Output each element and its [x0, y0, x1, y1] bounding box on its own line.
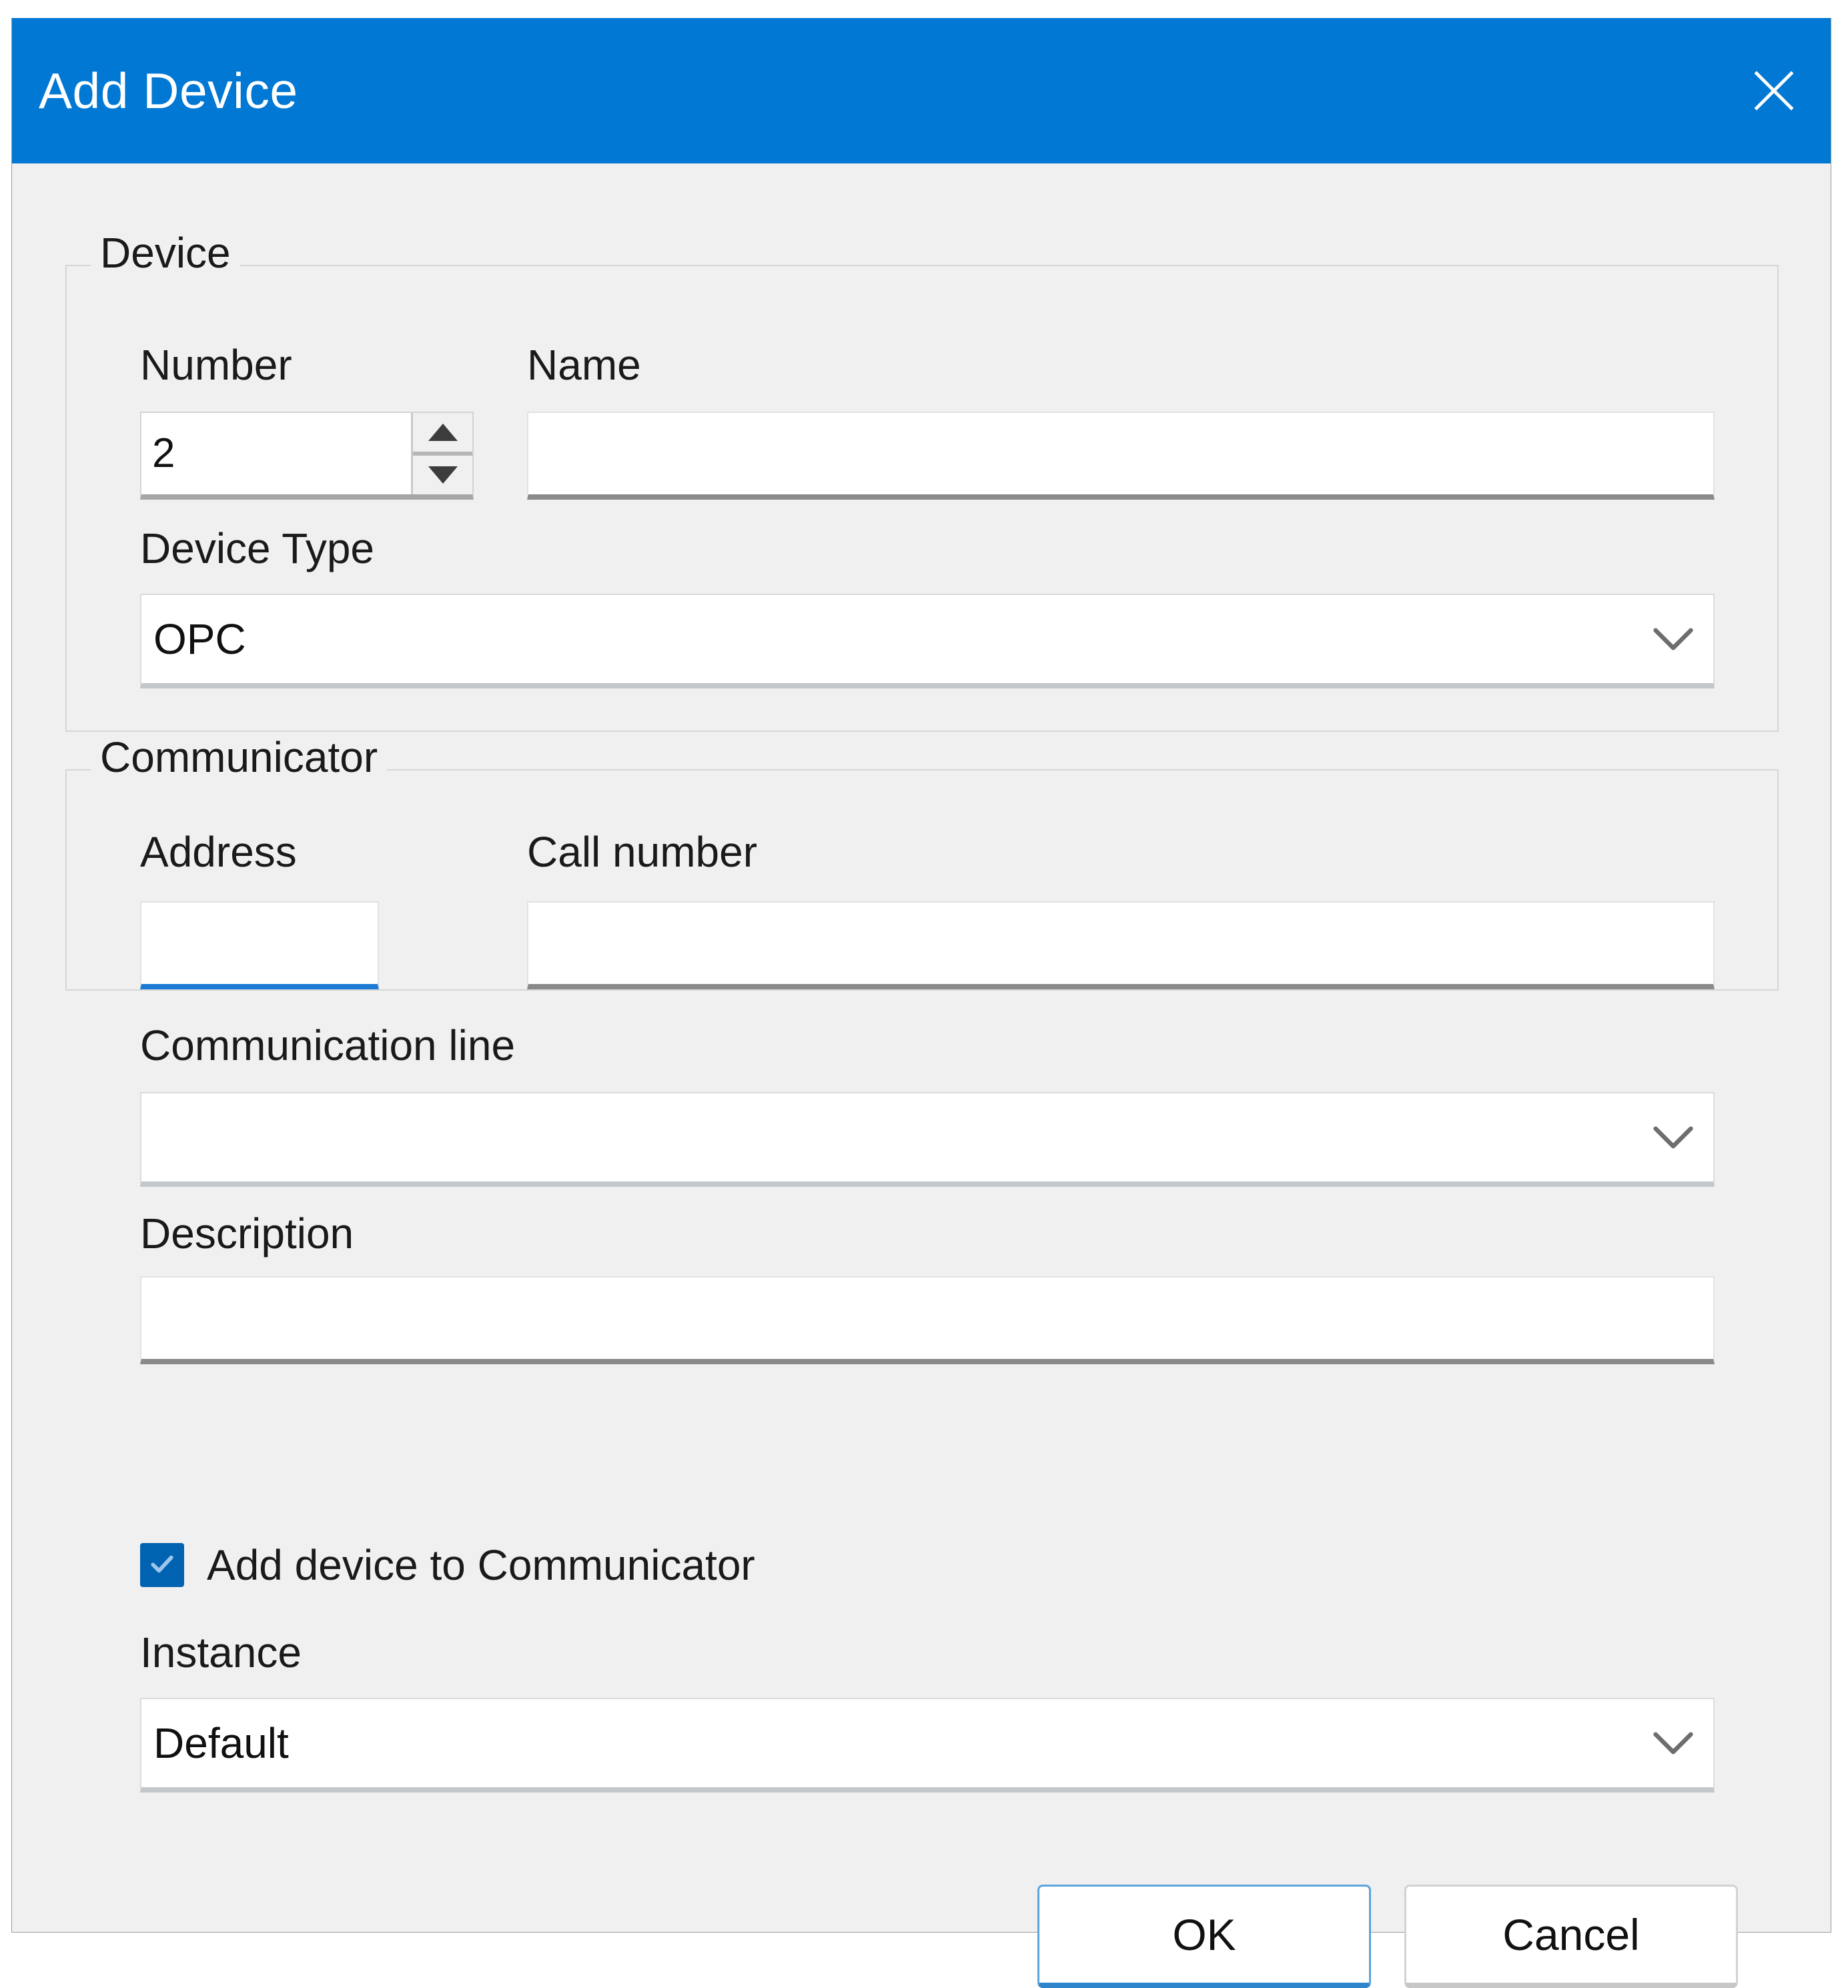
- dialog-title: Add Device: [12, 66, 298, 116]
- chevron-down-icon: [1633, 626, 1713, 652]
- name-input[interactable]: [527, 412, 1715, 500]
- close-button[interactable]: [1717, 18, 1831, 163]
- chevron-up-icon: [428, 424, 458, 441]
- chevron-down-icon: [428, 466, 458, 484]
- chevron-down-icon: [1633, 1124, 1713, 1151]
- add-device-to-communicator-checkbox[interactable]: Add device to Communicator: [140, 1543, 755, 1587]
- number-increment-button[interactable]: [413, 413, 472, 456]
- communicator-group-box: Communicator: [65, 769, 1779, 991]
- communication-line-label: Communication line: [140, 1024, 515, 1067]
- chevron-down-icon: [1633, 1730, 1713, 1757]
- communication-line-select[interactable]: [140, 1092, 1715, 1187]
- dialog-title-bar: Add Device: [12, 18, 1831, 163]
- description-input[interactable]: [140, 1276, 1715, 1364]
- device-type-label: Device Type: [140, 527, 374, 570]
- instance-label: Instance: [140, 1631, 302, 1674]
- number-stepper-buttons: [411, 413, 472, 494]
- device-type-select[interactable]: OPC: [140, 594, 1715, 688]
- checkbox-box: [140, 1543, 184, 1587]
- instance-value: Default: [153, 1722, 289, 1765]
- add-device-dialog: Add Device Device Number 2: [11, 18, 1831, 1933]
- number-input[interactable]: 2: [141, 413, 411, 494]
- device-type-value: OPC: [153, 618, 246, 660]
- checkmark-icon: [147, 1549, 177, 1582]
- close-x-icon: [1749, 66, 1799, 115]
- cancel-button[interactable]: Cancel: [1404, 1885, 1738, 1988]
- number-decrement-button[interactable]: [413, 456, 472, 494]
- name-label: Name: [527, 344, 641, 386]
- checkbox-label: Add device to Communicator: [207, 1544, 755, 1586]
- number-stepper[interactable]: 2: [140, 412, 474, 500]
- device-group-legend: Device: [91, 231, 240, 274]
- communicator-group-legend: Communicator: [91, 736, 387, 779]
- instance-select[interactable]: Default: [140, 1698, 1715, 1793]
- description-label: Description: [140, 1212, 354, 1255]
- number-label: Number: [140, 344, 292, 386]
- ok-button[interactable]: OK: [1037, 1885, 1371, 1988]
